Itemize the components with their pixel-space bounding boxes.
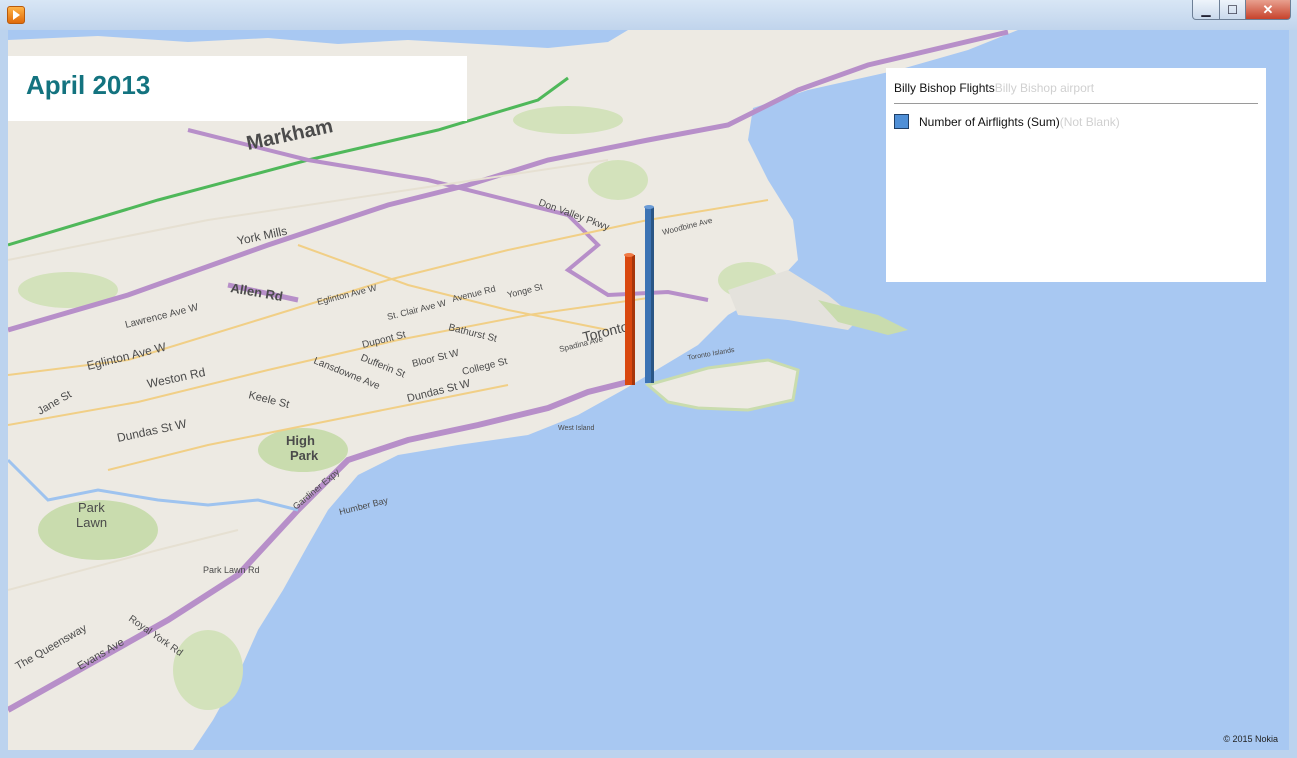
legend-item: Number of Airflights (Sum) (Not Blank)	[894, 114, 1120, 129]
window-controls: ▁ ☐ ✕	[1192, 0, 1291, 20]
legend-swatch	[894, 114, 909, 129]
data-bar-blue-side	[651, 207, 654, 383]
app-window: ▁ ☐ ✕ Markham York Mills Allen Rd Lawren…	[0, 0, 1297, 758]
data-bar-orange-side	[632, 255, 635, 385]
legend-layer-name: Billy Bishop Flights	[894, 81, 995, 95]
data-bar-blue[interactable]	[644, 205, 654, 383]
label-toronto-islands: Toronto Islands	[687, 347, 735, 362]
label-high-park-2: Park	[290, 448, 319, 463]
maximize-button[interactable]: ☐	[1220, 0, 1246, 20]
map-viewport[interactable]: Markham York Mills Allen Rd Lawrence Ave…	[8, 30, 1289, 750]
label-high-park: High	[286, 433, 315, 448]
label-west-island: West Island	[558, 425, 595, 432]
minimize-button[interactable]: ▁	[1192, 0, 1220, 20]
data-bar-orange-top	[624, 253, 634, 257]
legend-item-ghost: (Not Blank)	[1059, 114, 1120, 129]
legend-panel[interactable]: Billy Bishop FlightsBilly Bishop airport…	[886, 68, 1266, 282]
data-bar-blue-top	[644, 205, 654, 209]
legend-layer-ghost: Billy Bishop airport	[994, 81, 1095, 95]
data-bar-orange[interactable]	[624, 253, 635, 385]
tour-title: April 2013	[26, 70, 151, 100]
label-park-lawn: Park	[78, 500, 105, 515]
park-area	[588, 160, 648, 200]
label-park-lawn-rd: Park Lawn Rd	[203, 565, 260, 575]
legend-header: Billy Bishop FlightsBilly Bishop airport	[894, 81, 1258, 104]
close-button[interactable]: ✕	[1246, 0, 1291, 20]
map-copyright: © 2015 Nokia	[1223, 734, 1278, 744]
tour-title-box[interactable]: April 2013	[8, 56, 467, 121]
toronto-islands	[644, 358, 800, 412]
park-area	[513, 106, 623, 134]
label-park-lawn-2: Lawn	[76, 515, 107, 530]
park-area	[173, 630, 243, 710]
title-bar[interactable]: ▁ ☐ ✕	[0, 0, 1297, 30]
legend-item-label: Number of Airflights (Sum)	[919, 114, 1060, 129]
label-humber-bay: Humber Bay	[338, 495, 389, 517]
app-icon	[7, 6, 25, 24]
